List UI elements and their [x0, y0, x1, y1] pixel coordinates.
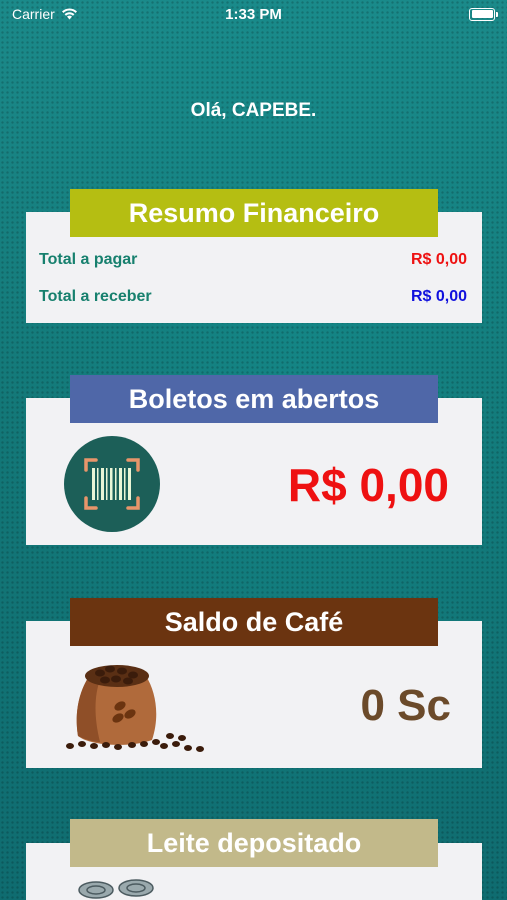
boletos-title: Boletos em abertos — [128, 383, 380, 414]
battery-icon — [469, 7, 498, 21]
status-bar: Carrier 1:33 PM — [0, 0, 507, 28]
boletos-value: R$ 0,00 — [287, 459, 449, 511]
carrier-label: Carrier — [12, 6, 55, 22]
coffee-value: 0 Sc — [360, 681, 451, 730]
wifi-icon — [61, 8, 77, 20]
milk-title: Leite depositado — [146, 827, 362, 858]
coffee-title: Saldo de Café — [164, 606, 344, 637]
total-pay-label: Total a pagar — [39, 251, 138, 268]
total-receive-row: Total a receber R$ 0,00 — [39, 288, 467, 306]
coffee-header: Saldo de Café — [70, 598, 438, 646]
milk-header: Leite depositado — [70, 819, 438, 867]
milk-cans-icon — [78, 879, 154, 899]
total-receive-label: Total a receber — [39, 288, 152, 305]
coffee-sack-icon — [66, 665, 204, 752]
total-receive-value: R$ 0,00 — [410, 288, 467, 305]
total-pay-row: Total a pagar R$ 0,00 — [39, 251, 467, 269]
status-left: Carrier — [12, 6, 78, 22]
boletos-header: Boletos em abertos — [70, 375, 438, 423]
financial-summary-header: Resumo Financeiro — [70, 189, 438, 237]
total-pay-value: R$ 0,00 — [410, 251, 467, 268]
financial-summary-title: Resumo Financeiro — [128, 197, 380, 228]
barcode-scan-icon — [64, 436, 160, 532]
greeting-text: Olá, CAPEBE. — [190, 100, 317, 121]
